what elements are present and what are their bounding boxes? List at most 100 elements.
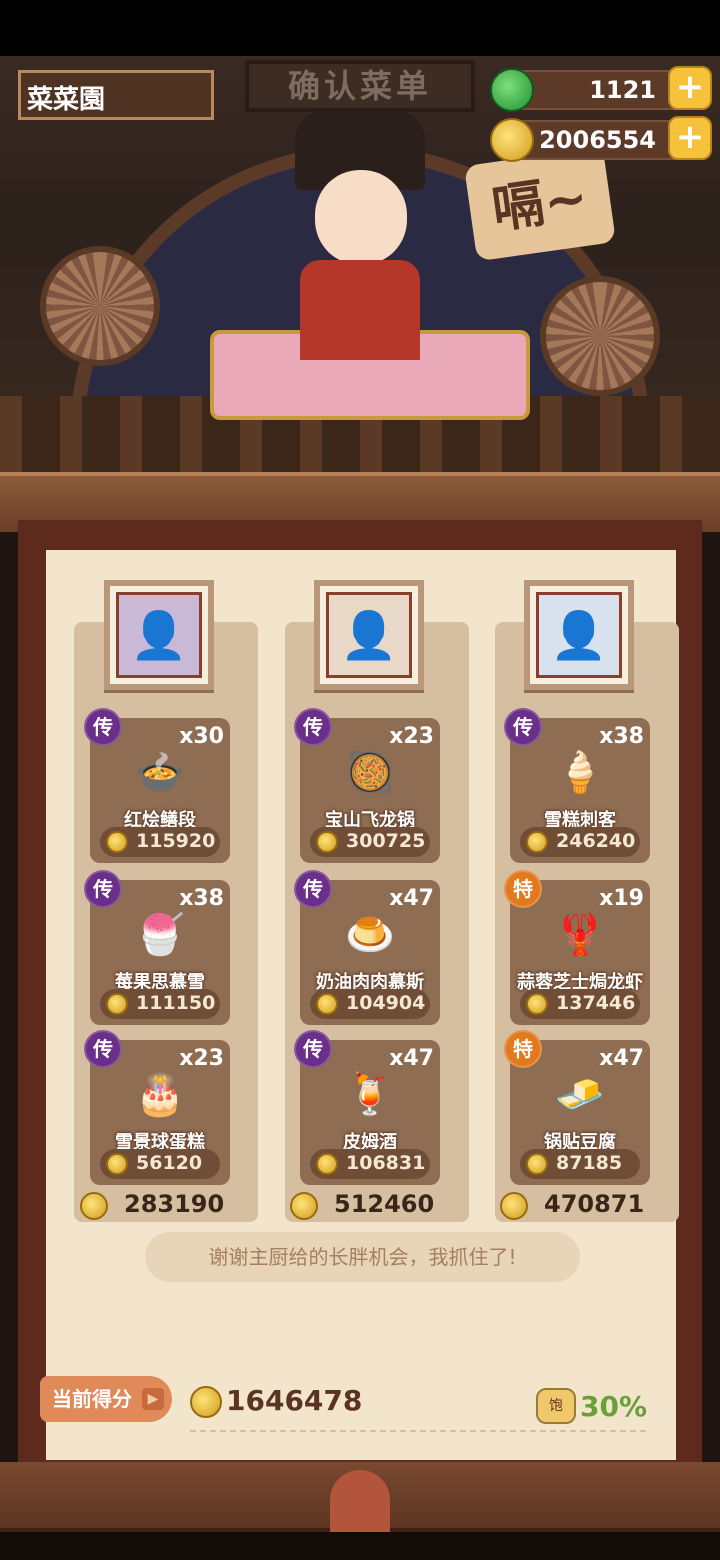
arrow-right-icon: ▶ — [142, 1388, 164, 1410]
fullness-bonus-value: 30% — [580, 1390, 648, 1423]
judge-robe — [300, 260, 420, 360]
coin-icon — [190, 1386, 222, 1418]
coin-icon — [316, 831, 338, 853]
coin-counter: 2006554 + — [490, 116, 712, 162]
column-total-value: 512460 — [334, 1190, 435, 1218]
rarity-badge: 传 — [294, 870, 332, 908]
judge-character — [285, 110, 435, 360]
add-coin-button[interactable]: + — [668, 116, 712, 160]
chef-portrait-1[interactable]: 👤 — [104, 580, 214, 690]
coin-icon — [80, 1192, 108, 1220]
rarity-badge: 特 — [504, 870, 542, 908]
coin-icon — [500, 1192, 528, 1220]
fan-left-icon — [40, 246, 160, 366]
dish-price: 115920 — [136, 830, 216, 852]
dish-quantity: x38 — [599, 724, 644, 749]
jade-value: 1121 — [589, 76, 656, 104]
coin-icon — [316, 993, 338, 1015]
dish-price-band: 106831 — [310, 1149, 430, 1179]
dish-price: 246240 — [556, 830, 636, 852]
coin-icon — [490, 118, 534, 162]
dish-price-band: 56120 — [100, 1149, 220, 1179]
dish-card[interactable]: 传 x38 🍦 雪糕刺客 246240 — [504, 708, 650, 863]
dish-price: 106831 — [346, 1152, 426, 1174]
rarity-badge: 传 — [84, 708, 122, 746]
dish-price: 111150 — [136, 992, 216, 1014]
coin-icon — [316, 1153, 338, 1175]
chinese-knot-icon — [330, 1470, 390, 1540]
dish-card[interactable]: 传 x47 🍮 奶油肉肉慕斯 104904 — [294, 870, 440, 1025]
rarity-badge: 传 — [84, 870, 122, 908]
jade-counter: 1121 + — [490, 66, 712, 112]
rarity-badge: 特 — [504, 1030, 542, 1068]
column-total-value: 470871 — [544, 1190, 645, 1218]
dish-quantity: x30 — [179, 724, 224, 749]
dish-price-band: 300725 — [310, 827, 430, 857]
column-total-value: 283190 — [124, 1190, 225, 1218]
dish-price-band: 87185 — [520, 1149, 640, 1179]
rarity-badge: 传 — [294, 708, 332, 746]
dish-card[interactable]: 特 x19 🦞 蒜蓉芝士焗龙虾 137446 — [504, 870, 650, 1025]
dish-price-band: 104904 — [310, 989, 430, 1019]
status-bar — [0, 0, 720, 56]
chef-avatar-icon: 👤 — [116, 592, 202, 678]
dish-image-icon: 🍧 — [135, 911, 185, 958]
dish-price: 300725 — [346, 830, 426, 852]
dish-quantity: x47 — [599, 1046, 644, 1071]
dish-card[interactable]: 传 x30 🍲 红烩鳝段 115920 — [84, 708, 230, 863]
dish-price-band: 111150 — [100, 989, 220, 1019]
dish-image-icon: 🍹 — [345, 1071, 395, 1118]
dish-image-icon: 🍦 — [555, 749, 605, 796]
coin-icon — [526, 993, 548, 1015]
dish-quantity: x23 — [389, 724, 434, 749]
current-score-text: 当前得分 — [52, 1387, 132, 1411]
dish-image-icon: 🎂 — [135, 1071, 185, 1118]
chef-avatar-icon: 👤 — [536, 592, 622, 678]
dish-price: 56120 — [136, 1152, 203, 1174]
dish-quantity: x38 — [179, 886, 224, 911]
coin-value: 2006554 — [539, 126, 656, 154]
coin-icon — [106, 1153, 128, 1175]
dish-image-icon: 🍲 — [135, 749, 185, 796]
rarity-badge: 传 — [84, 1030, 122, 1068]
coin-icon — [290, 1192, 318, 1220]
chef-avatar-icon: 👤 — [326, 592, 412, 678]
score-divider — [190, 1430, 646, 1432]
dish-price: 87185 — [556, 1152, 623, 1174]
bottom-bar — [0, 1532, 720, 1560]
dish-price: 104904 — [346, 992, 426, 1014]
dish-price-band: 246240 — [520, 827, 640, 857]
coin-icon — [106, 993, 128, 1015]
add-jade-button[interactable]: + — [668, 66, 712, 110]
dish-price-band: 115920 — [100, 827, 220, 857]
dish-card[interactable]: 传 x23 🥘 宝山飞龙锅 300725 — [294, 708, 440, 863]
dish-quantity: x47 — [389, 1046, 434, 1071]
fan-right-icon — [540, 276, 660, 396]
dish-card[interactable]: 特 x47 🧈 锅贴豆腐 87185 — [504, 1030, 650, 1185]
dish-quantity: x23 — [179, 1046, 224, 1071]
player-name: 菜菜園 — [18, 70, 214, 120]
chef-portrait-3[interactable]: 👤 — [524, 580, 634, 690]
coin-icon — [526, 831, 548, 853]
dish-price-band: 137446 — [520, 989, 640, 1019]
rarity-badge: 传 — [504, 708, 542, 746]
dish-card[interactable]: 传 x47 🍹 皮姆酒 106831 — [294, 1030, 440, 1185]
coin-icon — [526, 1153, 548, 1175]
speech-bubble: 嗝~ — [464, 146, 616, 262]
dish-card[interactable]: 传 x38 🍧 莓果思慕雪 111150 — [84, 870, 230, 1025]
dish-quantity: x19 — [599, 886, 644, 911]
confirm-menu-sign: 确认菜单 — [245, 60, 475, 112]
dish-card[interactable]: 传 x23 🎂 雪景球蛋糕 56120 — [84, 1030, 230, 1185]
chef-portrait-2[interactable]: 👤 — [314, 580, 424, 690]
dish-image-icon: 🦞 — [555, 911, 605, 958]
dish-quantity: x47 — [389, 886, 434, 911]
judge-face — [315, 170, 407, 265]
dish-price: 137446 — [556, 992, 636, 1014]
dish-image-icon: 🥘 — [345, 749, 395, 796]
jade-icon — [490, 68, 534, 112]
coin-icon — [106, 831, 128, 853]
fullness-bonus-icon: 饱 — [536, 1388, 576, 1424]
current-score-value: 1646478 — [226, 1384, 363, 1417]
dish-image-icon: 🧈 — [555, 1071, 605, 1118]
customer-message: 谢谢主厨给的长胖机会，我抓住了! — [145, 1232, 580, 1282]
